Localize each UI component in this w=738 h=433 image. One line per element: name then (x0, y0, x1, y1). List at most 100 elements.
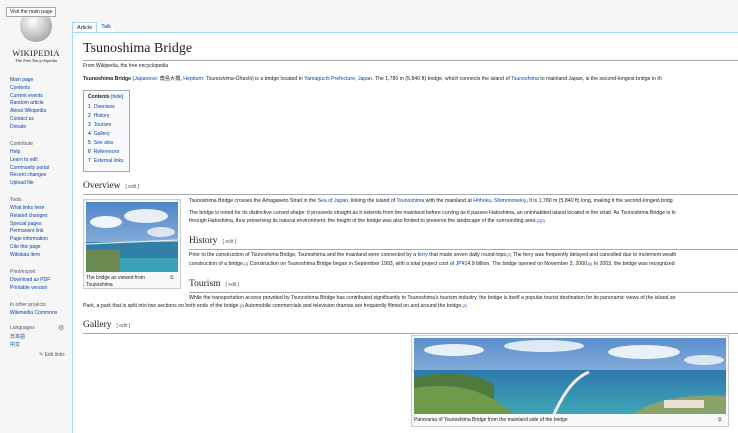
nav-wikimedia-commons[interactable]: Wikimedia Commons (10, 310, 70, 318)
nav-current-events[interactable]: Current events (10, 93, 70, 101)
other-projects-portal: In other projects Wikimedia Commons (10, 302, 70, 318)
link-shimonoseki[interactable]: Shimonoseki (494, 198, 524, 204)
page-title: Tsunoshima Bridge (83, 41, 193, 56)
tourism-line-1: While the transportation access provided… (189, 295, 676, 301)
link-hepburn[interactable]: Hepburn (183, 76, 203, 82)
nav-permanent-link[interactable]: Permanent link (10, 228, 70, 236)
nav-page-information[interactable]: Page information (10, 236, 70, 244)
history-line-2: construction of a bridge.[1] Constructio… (189, 261, 675, 267)
toc-title: Contents [hide] (88, 94, 124, 100)
overview-edit-link[interactable]: [ edit ] (125, 184, 139, 190)
nav-contact[interactable]: Contact us (10, 116, 70, 124)
link-tsunoshima[interactable]: Tsunoshima (397, 198, 425, 204)
gear-icon[interactable]: ⚙ (58, 324, 64, 332)
link-hohoku[interactable]: Hōhoku (473, 198, 491, 204)
tourism-rule (189, 292, 738, 293)
gallery-rule (83, 333, 738, 334)
nav-donate[interactable]: Donate (10, 124, 70, 132)
logo-wordmark: WIKIPEDIA (12, 48, 60, 58)
nav-main-page[interactable]: Main page (10, 77, 70, 85)
overview-heading: Overview[ edit ] (83, 181, 140, 191)
tourism-heading: Tourism[ edit ] (189, 279, 240, 289)
toc-item[interactable]: 6 References (88, 148, 124, 157)
tools-heading: Tools (10, 197, 22, 203)
overview-thumbnail: The bridge as viewed from Tsunoshima ⧉ (83, 199, 181, 289)
toc-item[interactable]: 7 External links (88, 157, 124, 166)
tools-portal: Tools What links here Related changes Sp… (10, 197, 70, 260)
lead-paragraph: Tsunoshima Bridge (Japanese: 角島大橋, Hepbu… (83, 75, 662, 83)
overview-rule (83, 194, 738, 195)
history-line-1: Prior to the construction of Tsunoshima … (189, 252, 677, 258)
nav-portal: Main page Contents Current events Random… (10, 77, 70, 132)
logo-tooltip: Visit the main page (6, 7, 57, 17)
lead-text: : 角島大橋, (156, 76, 184, 82)
sidebar: Visit the main page WIKIPEDIA The Free E… (0, 0, 72, 432)
toc-item[interactable]: 3 Tourism (88, 121, 124, 130)
nav-contents[interactable]: Contents (10, 85, 70, 93)
nav-upload-file[interactable]: Upload file (10, 180, 70, 188)
toc-item[interactable]: 1 Overview (88, 103, 124, 112)
print-heading: Print/export (10, 269, 36, 275)
history-edit-link[interactable]: [ edit ] (223, 239, 237, 245)
nav-learn-to-edit[interactable]: Learn to edit (10, 157, 70, 165)
link-yamaguchi[interactable]: Yamaguchi Prefecture (304, 76, 355, 82)
enlarge-icon[interactable]: ⧉ (170, 275, 174, 281)
link-tsunoshima[interactable]: Tsunoshima (511, 76, 539, 82)
lead-bold-title: Tsunoshima Bridge (83, 76, 132, 82)
nav-community-portal[interactable]: Community portal (10, 165, 70, 173)
link-ferry[interactable]: ferry (417, 252, 427, 258)
tourism-line-2: Park, a park that is split into two sect… (83, 303, 467, 309)
gallery-edit-link[interactable]: [ edit ] (117, 323, 131, 329)
history-heading: History[ edit ] (189, 236, 237, 246)
lead-romaji: Tsunoshima-Ōhashi (206, 76, 252, 82)
nav-random-article[interactable]: Random article (10, 100, 70, 108)
citation[interactable]: [2][3] (537, 219, 545, 223)
nav-about[interactable]: About Wikipedia (10, 108, 70, 116)
toc-hide-toggle[interactable]: [hide] (111, 94, 123, 100)
enlarge-icon[interactable]: ⧉ (718, 417, 722, 423)
site-sub: From Wikipedia, the free encyclopedia (83, 63, 169, 69)
logo-tagline: The Free Encyclopedia (15, 58, 57, 63)
nav-what-links-here[interactable]: What links here (10, 205, 70, 213)
nav-cite-this-page[interactable]: Cite this page (10, 244, 70, 252)
nav-special-pages[interactable]: Special pages (10, 221, 70, 229)
bridge-photo[interactable] (86, 202, 178, 272)
nav-recent-changes[interactable]: Recent changes (10, 172, 70, 180)
overview-paragraph-2-line2: through Hatoshima, thus preserving its n… (189, 218, 545, 224)
link-sea-of-japan[interactable]: Sea of Japan (318, 198, 349, 204)
wikipedia-logo[interactable]: Visit the main page WIKIPEDIA The Free E… (6, 7, 64, 64)
toc-item[interactable]: 2 History (88, 112, 124, 121)
citation[interactable]: [3] (463, 304, 467, 308)
nav-related-changes[interactable]: Related changes (10, 213, 70, 221)
gallery-panorama: Panorama of Tsunoshima Bridge from the m… (411, 335, 729, 427)
nav-wikidata-item[interactable]: Wikidata item (10, 252, 70, 260)
table-of-contents: Contents [hide] 1 Overview 2 History 3 Tour… (83, 90, 130, 172)
panorama-photo[interactable] (414, 338, 726, 414)
article-content: Tsunoshima Bridge From Wikipedia, the fr… (72, 32, 738, 433)
lang-chinese[interactable]: 中文 (10, 342, 70, 350)
history-rule (189, 249, 738, 250)
lang-japanese[interactable]: 日本語 (10, 334, 70, 342)
contribute-portal: Contribute Help Learn to edit Community … (10, 141, 70, 188)
lead-text: to mainland Japan, is the second-longest… (538, 76, 662, 82)
nav-help[interactable]: Help (10, 149, 70, 157)
gallery-heading: Gallery[ edit ] (83, 320, 131, 330)
toc-item[interactable]: 5 See also (88, 139, 124, 148)
nav-download-pdf[interactable]: Download as PDF (10, 277, 70, 285)
overview-paragraph-1: Tsunoshima Bridge crosses the Amagaseto … (189, 198, 673, 204)
link-japan[interactable]: Japan (358, 76, 372, 82)
other-projects-heading: In other projects (10, 302, 46, 308)
print-portal: Print/export Download as PDF Printable v… (10, 269, 70, 293)
overview-paragraph-2-line1: The bridge is noted for its distinctive … (189, 210, 676, 216)
gallery-caption: Panorama of Tsunoshima Bridge from the m… (414, 417, 568, 423)
overview-thumb-caption: The bridge as viewed from Tsunoshima (86, 275, 145, 288)
lead-text: . The 1,780 m (5,840 ft) bridge, which c… (372, 76, 512, 82)
page-tabs: Article Talk (72, 22, 116, 33)
contribute-heading: Contribute (10, 141, 34, 147)
nav-printable-version[interactable]: Printable version (10, 285, 70, 293)
edit-links-link[interactable]: ✎ Edit links (39, 352, 65, 358)
tourism-edit-link[interactable]: [ edit ] (226, 282, 240, 288)
lead-text: ) is a bridge located in (251, 76, 305, 82)
toc-item[interactable]: 4 Gallery (88, 130, 124, 139)
link-japanese[interactable]: Japanese (134, 76, 157, 82)
